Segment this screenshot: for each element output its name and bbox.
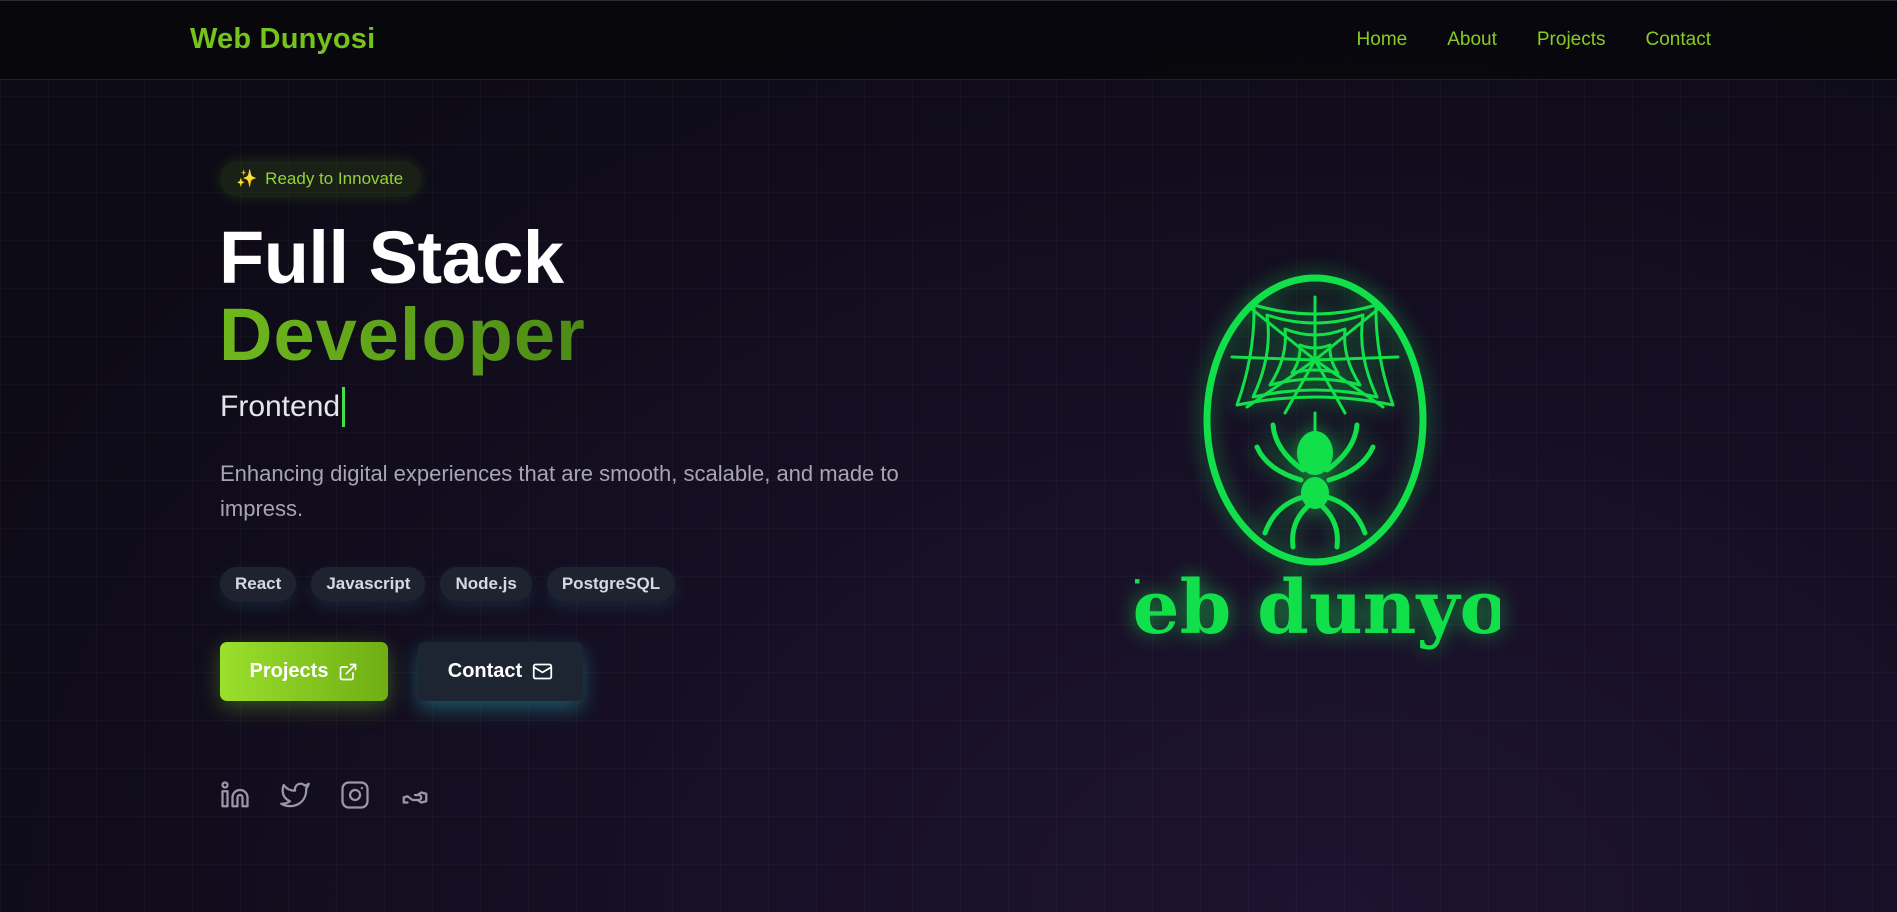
brand-logo-text[interactable]: Web Dunyosi <box>190 23 375 56</box>
web-dunyosi-spider-logo: Web dunyosi <box>1135 274 1500 651</box>
instagram-icon[interactable] <box>340 780 370 810</box>
projects-button[interactable]: Projects <box>220 642 388 701</box>
badge-label: Ready to Innovate <box>265 169 404 188</box>
typing-text: Frontend <box>220 387 346 427</box>
social-links <box>220 780 430 810</box>
tech-tags: React Javascript Node.js PostgreSQL <box>220 567 676 601</box>
twitter-icon[interactable] <box>280 780 310 810</box>
nav-link-contact[interactable]: Contact <box>1646 29 1711 51</box>
mail-icon <box>532 661 553 682</box>
nav-link-home[interactable]: Home <box>1357 29 1408 51</box>
contact-button[interactable]: Contact <box>418 642 583 701</box>
typing-cursor <box>342 387 346 427</box>
tag-postgresql: PostgreSQL <box>546 567 676 601</box>
tag-javascript: Javascript <box>311 567 426 601</box>
handshake-icon[interactable] <box>400 780 430 810</box>
nav-link-projects[interactable]: Projects <box>1537 29 1606 51</box>
tag-nodejs: Node.js <box>440 567 532 601</box>
projects-button-label: Projects <box>249 660 329 682</box>
nav-links: Home About Projects Contact <box>1357 29 1711 51</box>
linkedin-icon[interactable] <box>220 780 250 810</box>
status-badge: ✨ Ready to Innovate <box>220 161 422 197</box>
nav-link-about[interactable]: About <box>1447 29 1497 51</box>
navbar: Web Dunyosi Home About Projects Contact <box>0 0 1897 80</box>
tag-react: React <box>220 567 297 601</box>
sparkles-icon: ✨ <box>236 169 258 188</box>
hero-description: Enhancing digital experiences that are s… <box>220 461 899 521</box>
typing-word: Frontend <box>220 390 341 423</box>
hero-title-line2: Developer <box>219 293 586 376</box>
hero-title-line1: Full Stack <box>219 216 564 299</box>
logo-text: Web dunyosi <box>1135 565 1500 651</box>
contact-button-label: Contact <box>447 660 523 682</box>
external-link-icon <box>338 662 358 682</box>
